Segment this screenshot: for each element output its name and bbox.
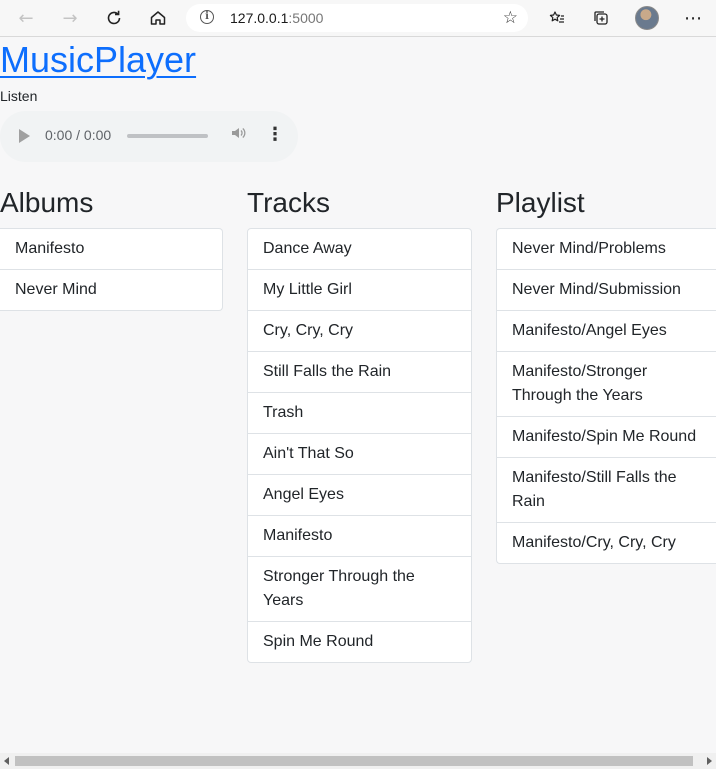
scroll-left-icon[interactable] xyxy=(4,757,9,765)
playlist-list-item[interactable]: Manifesto/Cry, Cry, Cry xyxy=(497,522,716,563)
playlist-list-item[interactable]: Never Mind/Submission xyxy=(497,269,716,310)
track-list-item[interactable]: Manifesto xyxy=(248,515,471,556)
track-list-item[interactable]: Stronger Through the Years xyxy=(248,556,471,621)
app-title-link[interactable]: MusicPlayer xyxy=(0,38,196,82)
track-list-item[interactable]: Dance Away xyxy=(248,229,471,269)
horizontal-scrollbar[interactable] xyxy=(0,753,716,769)
playlist-list: Never Mind/Problems Never Mind/Submission… xyxy=(496,228,716,564)
album-list-item[interactable]: Never Mind xyxy=(0,269,222,310)
address-bar[interactable]: i 127.0.0.1:5000 ☆ xyxy=(186,4,528,32)
track-list-item[interactable]: Ain't That So xyxy=(248,433,471,474)
favorites-icon[interactable] xyxy=(542,4,572,32)
back-icon[interactable]: ← xyxy=(11,4,41,32)
albums-heading: Albums xyxy=(0,187,94,218)
playlist-heading: Playlist xyxy=(496,187,585,218)
play-icon[interactable] xyxy=(19,129,30,143)
audio-progress-bar[interactable] xyxy=(127,134,208,138)
audio-player: 0:00 / 0:00 ⋮ xyxy=(0,111,298,162)
tracks-column: Tracks Dance Away My Little Girl Cry, Cry,… xyxy=(247,184,472,663)
url-host: 127.0.0.1 xyxy=(230,10,289,26)
playlist-column: Playlist Never Mind/Problems Never Mind/S… xyxy=(496,184,716,564)
tracks-list: Dance Away My Little Girl Cry, Cry, Cry Sti… xyxy=(247,228,472,663)
scroll-right-icon[interactable] xyxy=(707,757,712,765)
audio-time: 0:00 / 0:00 xyxy=(45,127,112,143)
listen-label: Listen xyxy=(0,88,38,104)
url-port: :5000 xyxy=(288,10,324,26)
playlist-list-item[interactable]: Manifesto/Still Falls the Rain xyxy=(497,457,716,522)
browser-toolbar: ← → i 127.0.0.1:5000 ☆ ⋯ xyxy=(0,0,716,37)
info-icon[interactable]: i xyxy=(200,10,214,24)
track-list-item[interactable]: Cry, Cry, Cry xyxy=(248,310,471,351)
track-list-item[interactable]: My Little Girl xyxy=(248,269,471,310)
refresh-icon[interactable] xyxy=(99,4,129,32)
album-list-item[interactable]: Manifesto xyxy=(0,229,222,269)
playlist-list-item[interactable]: Manifesto/Angel Eyes xyxy=(497,310,716,351)
track-list-item[interactable]: Angel Eyes xyxy=(248,474,471,515)
home-icon[interactable] xyxy=(143,4,173,32)
playlist-list-item[interactable]: Manifesto/Spin Me Round xyxy=(497,416,716,457)
more-vertical-icon[interactable]: ⋮ xyxy=(266,123,284,147)
albums-list: Manifesto Never Mind xyxy=(0,228,223,311)
url-text: 127.0.0.1:5000 xyxy=(230,4,323,32)
scrollbar-thumb[interactable] xyxy=(15,756,693,766)
add-favorite-icon[interactable]: ☆ xyxy=(503,4,518,32)
profile-avatar[interactable] xyxy=(635,6,659,30)
forward-icon[interactable]: → xyxy=(55,4,85,32)
more-horizontal-icon[interactable]: ⋯ xyxy=(678,4,708,32)
playlist-list-item[interactable]: Never Mind/Problems xyxy=(497,229,716,269)
volume-icon[interactable] xyxy=(230,125,246,145)
track-list-item[interactable]: Still Falls the Rain xyxy=(248,351,471,392)
page-content: MusicPlayer Listen 0:00 / 0:00 ⋮ Albums … xyxy=(0,37,716,753)
playlist-list-item[interactable]: Manifesto/Stronger Through the Years xyxy=(497,351,716,416)
collections-icon[interactable] xyxy=(586,4,616,32)
tracks-heading: Tracks xyxy=(247,187,330,218)
albums-column: Albums Manifesto Never Mind xyxy=(0,184,223,311)
track-list-item[interactable]: Trash xyxy=(248,392,471,433)
track-list-item[interactable]: Spin Me Round xyxy=(248,621,471,662)
